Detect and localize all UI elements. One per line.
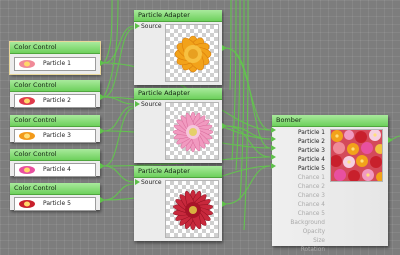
wire-cc1-pa1 [103, 25, 135, 64]
color-control-node-2[interactable]: Color Control Particle 2 [10, 80, 100, 108]
output-port[interactable] [222, 45, 227, 51]
particle-thumbnail-icon [19, 97, 35, 105]
particle-thumbnail-icon [19, 166, 35, 174]
particle-thumbnail-icon [19, 200, 35, 208]
port-label-particle-1[interactable]: Particle 1 [272, 129, 326, 138]
output-port[interactable] [100, 197, 105, 203]
bomber-input-port-particle-4[interactable] [271, 154, 276, 160]
output-port[interactable] [222, 123, 227, 129]
orange-flower-icon [174, 35, 212, 73]
wire-top-7 [243, 0, 249, 231]
bomber-port-list: Particle 1 Particle 2 Particle 3 Particl… [272, 129, 326, 255]
color-control-label: Particle 4 [43, 166, 71, 173]
bomber-input-port-particle-2[interactable] [271, 136, 276, 142]
node-title: Particle Adapter [134, 10, 222, 22]
bomber-output-port[interactable] [388, 137, 393, 143]
color-control-node-3[interactable]: Color Control Particle 3 [10, 115, 100, 143]
flower-collage-icon [331, 130, 382, 181]
particle-thumbnail-icon [19, 132, 35, 140]
node-title: Color Control [10, 80, 100, 92]
port-label-particle-4[interactable]: Particle 4 [272, 156, 326, 165]
bomber-node[interactable]: Bomber Particle 1 Particle 2 Particle 3 … [272, 115, 388, 253]
source-label: Source [141, 23, 162, 30]
output-port[interactable] [100, 163, 105, 169]
port-label-chance-5[interactable]: Chance 5 [272, 210, 326, 219]
node-title: Particle Adapter [134, 166, 222, 178]
port-label-chance-4[interactable]: Chance 4 [272, 201, 326, 210]
node-title: Color Control [10, 149, 100, 161]
port-label-particle-5[interactable]: Particle 5 [272, 165, 326, 174]
bomber-input-port-particle-5[interactable] [271, 163, 276, 169]
source-input-port[interactable] [135, 179, 140, 185]
wire-cc4-pa3 [103, 165, 135, 183]
node-title: Color Control [10, 115, 100, 127]
output-port[interactable] [100, 60, 105, 66]
color-swatch[interactable]: Particle 5 [14, 197, 96, 211]
color-swatch[interactable]: Particle 4 [14, 163, 96, 177]
particle-adapter-node-2[interactable]: Particle Adapter Source [134, 88, 222, 163]
wire-cc5-pa3 [103, 183, 135, 201]
color-control-node-5[interactable]: Color Control Particle 5 [10, 183, 100, 211]
wire-cc4-pa2 [103, 107, 135, 167]
wire-top-1 [103, 0, 113, 64]
node-title: Color Control [10, 42, 100, 54]
color-control-label: Particle 5 [43, 200, 71, 207]
color-swatch[interactable]: Particle 1 [14, 57, 96, 71]
color-swatch[interactable]: Particle 3 [14, 129, 96, 143]
node-title: Particle Adapter [134, 88, 222, 100]
particle-adapter-node-1[interactable]: Particle Adapter Source [134, 10, 222, 85]
particle-adapter-node-3[interactable]: Particle Adapter Source [134, 166, 222, 241]
color-swatch[interactable]: Particle 2 [14, 94, 96, 108]
port-label-particle-3[interactable]: Particle 3 [272, 147, 326, 156]
port-label-opacity[interactable]: Opacity [272, 228, 326, 237]
port-label-chance-3[interactable]: Chance 3 [272, 192, 326, 201]
source-label: Source [141, 179, 162, 186]
particle-preview [165, 102, 219, 160]
wire-pa2-bomber [225, 125, 271, 140]
color-control-label: Particle 3 [43, 132, 71, 139]
color-control-node-4[interactable]: Color Control Particle 4 [10, 149, 100, 177]
bomber-input-port-particle-1[interactable] [271, 127, 276, 133]
color-control-label: Particle 2 [43, 97, 71, 104]
bomber-preview [330, 129, 383, 182]
output-port[interactable] [100, 94, 105, 100]
port-label-chance-2[interactable]: Chance 2 [272, 183, 326, 192]
source-input-port[interactable] [135, 101, 140, 107]
node-title: Bomber [272, 115, 388, 127]
wire-top-3 [229, 0, 232, 91]
color-control-label: Particle 1 [43, 60, 71, 67]
wire-top-4 [231, 0, 237, 161]
port-label-size[interactable]: Size [272, 237, 326, 246]
port-label-rotation[interactable]: Rotation [272, 246, 326, 255]
pink-flower-icon [172, 111, 214, 153]
wire-pa3-bomber [225, 165, 271, 205]
particle-preview [165, 180, 219, 238]
source-label: Source [141, 101, 162, 108]
bomber-input-port-particle-3[interactable] [271, 145, 276, 151]
red-flower-icon [173, 189, 213, 231]
wire-top-2 [103, 0, 119, 98]
color-control-node-1[interactable]: Color Control Particle 1 [9, 41, 101, 75]
node-title: Color Control [10, 183, 100, 195]
output-port[interactable] [222, 201, 227, 207]
source-input-port[interactable] [135, 23, 140, 29]
particle-preview [165, 24, 219, 82]
port-label-background[interactable]: Background [272, 219, 326, 228]
port-label-particle-2[interactable]: Particle 2 [272, 138, 326, 147]
port-label-chance-1[interactable]: Chance 1 [272, 174, 326, 183]
particle-thumbnail-icon [19, 60, 35, 68]
output-port[interactable] [100, 128, 105, 134]
